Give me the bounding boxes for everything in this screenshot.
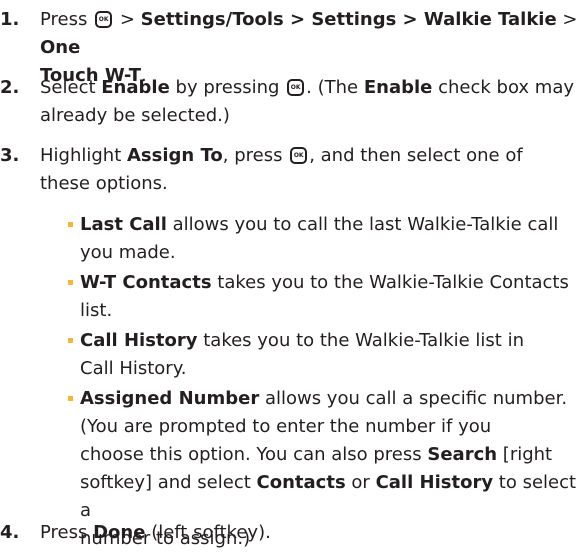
menu-ok-key-icon xyxy=(290,147,308,164)
bullet-square xyxy=(68,222,73,227)
option-wt-contacts: W-T Contacts takes you to the Walkie-Tal… xyxy=(68,269,585,325)
option-call-history: Call History takes you to the Walkie-Tal… xyxy=(68,327,585,383)
step-text: Press Done (left softkey). xyxy=(40,522,271,543)
menu-ok-key-icon xyxy=(287,79,305,96)
bullet-square xyxy=(68,280,73,285)
option-last-call: Last Call allows you to call the last Wa… xyxy=(68,211,585,267)
bullet-square xyxy=(68,338,73,343)
bullet-square xyxy=(68,396,73,401)
menu-ok-key-icon xyxy=(95,11,113,28)
step-number: 2. xyxy=(0,77,20,98)
step-text: Select Enable by pressing . (The Enable … xyxy=(40,74,585,130)
step-text: Highlight Assign To, press , and then se… xyxy=(40,142,585,198)
step-number: 4. xyxy=(0,522,20,543)
step-number: 3. xyxy=(0,145,20,166)
instructions-page: 1. Press > Settings/Tools > Settings > W… xyxy=(0,0,585,551)
step-number: 1. xyxy=(0,9,20,30)
